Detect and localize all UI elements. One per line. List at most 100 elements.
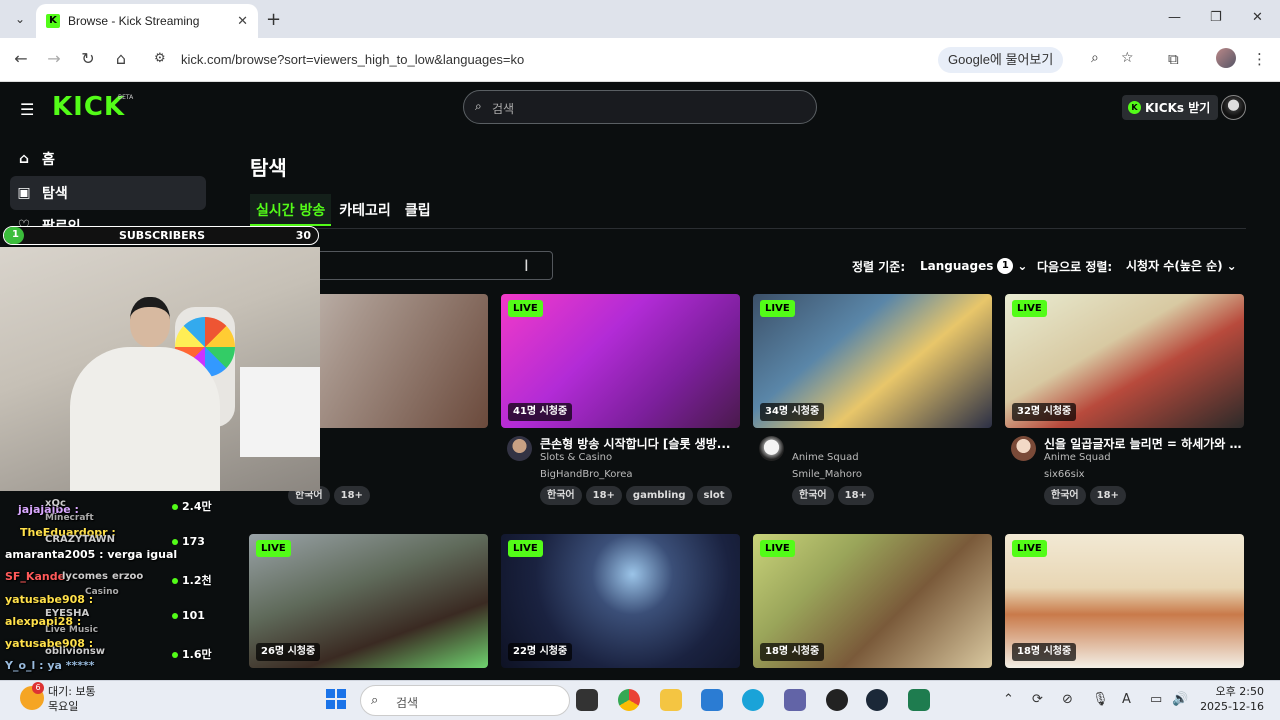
teams-icon[interactable] <box>784 689 806 711</box>
tag-pill[interactable]: 18+ <box>333 486 370 505</box>
tray-chevron-icon[interactable]: ⌃ <box>1003 692 1014 707</box>
stream-title[interactable]: 큰손형 방송 시작합니다 [슬롯 생방... <box>540 435 738 452</box>
edge-icon[interactable] <box>742 689 764 711</box>
start-button[interactable] <box>326 689 346 709</box>
stream-thumbnail[interactable]: LIVE 18명 시청중 <box>1005 534 1244 668</box>
steam-icon[interactable] <box>866 689 888 711</box>
stream-card[interactable]: LIVE 34명 시청중 Anime Squad Smile_Mahoro 한국… <box>753 294 992 508</box>
tab-clips[interactable]: 클립 <box>399 194 437 226</box>
system-clock[interactable]: 오후 2:50 2025-12-16 <box>1200 684 1264 714</box>
channel-name[interactable]: BigHandBro_Korea <box>540 469 633 480</box>
chevron-down-icon: ⌄ <box>1226 258 1237 273</box>
stream-thumbnail[interactable]: LIVE 18명 시청중 <box>753 534 992 668</box>
get-kicks-button[interactable]: K KICKs 받기 <box>1122 95 1219 120</box>
browse-tabs: 실시간 방송 카테고리 클립 <box>250 194 439 226</box>
channel-avatar[interactable] <box>759 436 784 461</box>
sort-order-label: 다음으로 정렬: <box>1037 260 1113 274</box>
profile-avatar[interactable] <box>1216 48 1236 68</box>
stream-card[interactable]: LIVE 22명 시청중 <box>501 534 740 668</box>
channel-avatar[interactable] <box>507 436 532 461</box>
zoom-icon[interactable]: ⌕ <box>1091 50 1099 66</box>
browser-menu-icon[interactable]: ⋮ <box>1252 50 1267 68</box>
live-badge: LIVE <box>508 540 543 557</box>
recording-icon[interactable]: ⊘ <box>1062 692 1073 707</box>
weather-day: 목요일 <box>48 700 79 713</box>
file-explorer-icon[interactable] <box>660 689 682 711</box>
stream-card[interactable]: LIVE 18명 시청중 <box>1005 534 1244 668</box>
stream-title[interactable]: 신을 일곱글자로 늘리면 = 하세가와 ... <box>1044 435 1242 452</box>
stream-thumbnail[interactable]: LIVE 32명 시청중 <box>1005 294 1244 428</box>
languages-dropdown[interactable]: Languages 1 ⌄ <box>914 252 1033 279</box>
tab-search-button[interactable]: ⌄ <box>8 7 32 31</box>
network-icon[interactable]: ▭ <box>1150 692 1162 707</box>
kicks-icon: K <box>1128 101 1141 114</box>
microphone-icon[interactable]: 🎙 <box>1092 692 1109 707</box>
forward-button[interactable]: → <box>43 49 65 68</box>
live-badge: LIVE <box>760 540 795 557</box>
stream-thumbnail[interactable]: LIVE 22명 시청중 <box>501 534 740 668</box>
tab-categories[interactable]: 카테고리 <box>333 194 397 226</box>
new-tab-button[interactable]: + <box>266 9 281 30</box>
channel-avatar[interactable] <box>1011 436 1036 461</box>
browser-tabstrip: ⌄ K Browse - Kick Streaming ✕ + — ❐ ✕ <box>0 0 1280 38</box>
stream-card[interactable]: LIVE 32명 시청중 신을 일곱글자로 늘리면 = 하세가와 ... Ani… <box>1005 294 1244 508</box>
task-view-icon[interactable] <box>576 689 598 711</box>
sort-filter-label: 정렬 기준: <box>852 260 906 274</box>
stream-category[interactable]: Anime Squad <box>792 452 859 463</box>
sidebar-item-browse[interactable]: ▣ 탐색 <box>10 176 206 210</box>
ime-icon[interactable]: A <box>1122 692 1131 707</box>
stream-card[interactable]: LIVE 26명 시청중 <box>249 534 488 668</box>
sidebar-item-home[interactable]: ⌂ 홈 <box>10 142 206 176</box>
site-info-icon[interactable]: ⚙ <box>154 51 166 66</box>
channel-name[interactable]: six66six <box>1044 469 1085 480</box>
tag-pill[interactable]: 18+ <box>585 486 622 505</box>
stream-category[interactable]: Anime Squad <box>1044 452 1111 463</box>
reload-button[interactable]: ↻ <box>77 49 99 68</box>
volume-icon[interactable]: 🔊 <box>1172 692 1188 707</box>
home-button[interactable]: ⌂ <box>110 49 132 68</box>
ask-google-button[interactable]: Google에 물어보기 <box>938 47 1064 73</box>
tag-pill[interactable]: slot <box>696 486 732 505</box>
tag-pill[interactable]: 18+ <box>837 486 874 505</box>
search-input[interactable]: ⌕ 검색 <box>463 90 817 124</box>
tag-pill[interactable]: 한국어 <box>540 486 582 505</box>
stream-card[interactable]: LIVE 18명 시청중 <box>753 534 992 668</box>
browser-tab[interactable]: K Browse - Kick Streaming ✕ <box>36 4 258 38</box>
beta-label: BETA <box>118 94 134 101</box>
stream-thumbnail[interactable]: LIVE 34명 시청중 <box>753 294 992 428</box>
notepad-icon[interactable] <box>908 689 930 711</box>
sync-icon[interactable]: ⟳ <box>1032 692 1043 707</box>
address-bar[interactable]: ⚙ kick.com/browse?sort=viewers_high_to_l… <box>146 44 1136 76</box>
stream-thumbnail[interactable]: LIVE 26명 시청중 <box>249 534 488 668</box>
back-button[interactable]: ← <box>10 49 32 68</box>
url-text[interactable]: kick.com/browse?sort=viewers_high_to_low… <box>181 52 524 67</box>
hamburger-menu-icon[interactable]: ☰ <box>20 100 34 119</box>
stream-category[interactable]: Slots & Casino <box>540 452 612 463</box>
sort-order-dropdown[interactable]: 시청자 수(높은 순) ⌄ <box>1120 252 1243 279</box>
close-window-button[interactable]: ✕ <box>1252 10 1263 25</box>
kick-logo[interactable]: KICK <box>52 92 125 122</box>
bookmark-star-icon[interactable]: ☆ <box>1121 50 1134 66</box>
tab-live[interactable]: 실시간 방송 <box>250 194 332 226</box>
minimize-button[interactable]: — <box>1168 10 1181 25</box>
extensions-icon[interactable]: ⧉ <box>1168 50 1179 68</box>
channel-name[interactable]: Smile_Mahoro <box>792 469 862 480</box>
tag-pill[interactable]: gambling <box>625 486 693 505</box>
stream-thumbnail[interactable]: LIVE 41명 시청중 <box>501 294 740 428</box>
sidebar-item-label: 홈 <box>42 152 55 168</box>
stream-card[interactable]: LIVE 41명 시청중 큰손형 방송 시작합니다 [슬롯 생방... Slot… <box>501 294 740 508</box>
close-tab-icon[interactable]: ✕ <box>237 14 248 29</box>
taskbar-search[interactable]: ⌕ 검색 <box>360 685 570 716</box>
store-icon[interactable] <box>701 689 723 711</box>
user-avatar[interactable] <box>1221 95 1246 120</box>
weather-widget[interactable]: 대기: 보통 목요일 <box>48 684 96 714</box>
chevron-down-icon: ⌄ <box>1017 258 1028 273</box>
obs-icon[interactable] <box>826 689 848 711</box>
search-icon: ⌕ <box>475 99 482 113</box>
maximize-button[interactable]: ❐ <box>1210 10 1222 25</box>
tag-pill[interactable]: 18+ <box>1089 486 1126 505</box>
chrome-icon[interactable] <box>618 689 640 711</box>
windows-taskbar: 6 대기: 보통 목요일 ⌕ 검색 ⌃ ⟳ ⊘ 🎙 A ▭ 🔊 오후 2:50 … <box>0 680 1280 720</box>
tag-pill[interactable]: 한국어 <box>1044 486 1086 505</box>
tag-pill[interactable]: 한국어 <box>792 486 834 505</box>
